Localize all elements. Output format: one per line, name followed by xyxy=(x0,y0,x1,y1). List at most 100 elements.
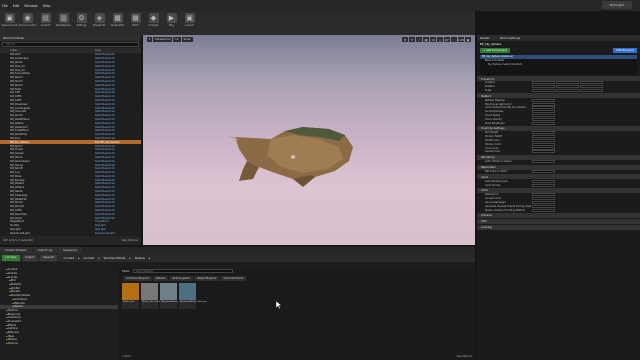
property-value-field[interactable] xyxy=(532,98,555,102)
outliner-row-type[interactable]: TargetPoint xyxy=(95,220,109,223)
outliner-row-type[interactable]: StaticMeshActor xyxy=(95,99,115,102)
property-value-field[interactable] xyxy=(580,81,603,85)
outliner-row-type[interactable]: StaticMeshActor xyxy=(95,167,115,170)
tab-details[interactable]: Details xyxy=(480,36,490,40)
add-component-button[interactable]: + Add Component xyxy=(480,48,510,53)
filter-tab[interactable]: Show Slot Entries xyxy=(220,276,247,281)
toolbar-button-marketplace[interactable]: ▥ Marketplace xyxy=(55,13,72,27)
outliner-row-type[interactable]: StaticMeshActor xyxy=(95,205,115,208)
breadcrumb-item[interactable]: Meshes xyxy=(135,256,145,260)
outliner-search-input[interactable]: Search... xyxy=(2,42,139,47)
asset-tile[interactable]: Whale_Skin_Material xyxy=(141,283,163,309)
section-lod[interactable]: LOD xyxy=(477,218,640,224)
outliner-view-options[interactable]: View Options xyxy=(121,239,138,242)
property-value-field[interactable] xyxy=(532,121,555,125)
toolbar-button-content[interactable]: ▤ Content xyxy=(37,13,54,27)
tab-output-log[interactable]: Output Log xyxy=(32,247,58,253)
outliner-tab[interactable]: World Outliner xyxy=(0,35,141,41)
outliner-row-type[interactable]: StaticMeshActor xyxy=(95,129,115,132)
property-value-field[interactable] xyxy=(532,142,555,146)
property-value-field[interactable] xyxy=(532,193,555,197)
property-value-field[interactable] xyxy=(532,208,555,212)
toolbar-button-save-current[interactable]: ▣ Save Current xyxy=(1,13,18,27)
property-value-field[interactable] xyxy=(532,169,555,173)
add-new-button[interactable]: Add New xyxy=(2,254,20,261)
outliner-row-type[interactable]: SkyLight xyxy=(95,228,106,231)
outliner-row-type[interactable]: StaticMeshActor xyxy=(95,182,115,185)
outliner-row-type[interactable]: StaticMeshActor xyxy=(95,171,115,174)
component-item[interactable]: Sky Sphere mesh (Inherited) xyxy=(480,63,637,67)
asset-search-input[interactable]: Search Meshes xyxy=(132,269,233,273)
tab-sequencer[interactable]: Sequencer xyxy=(58,247,82,253)
asset-tile[interactable]: WoodlandWhale_PhysicsAsset xyxy=(160,283,192,309)
outliner-row-type[interactable]: StaticMeshActor xyxy=(95,164,115,167)
outliner-row-type[interactable]: StaticMeshActor xyxy=(95,137,115,140)
toolbar-button-cinematics[interactable]: ▩ Cinematics xyxy=(109,13,126,27)
outliner-row-type[interactable]: StaticMeshActor xyxy=(95,57,115,60)
folder-tree-item[interactable]: ▰ Textures xyxy=(0,342,118,346)
tab-world-settings[interactable]: World Settings xyxy=(500,36,520,40)
outliner-col-label[interactable]: Label xyxy=(0,49,95,52)
outliner-row-type[interactable]: StaticMeshActor xyxy=(95,76,115,79)
outliner-row-type[interactable]: StaticMeshActor xyxy=(95,69,115,72)
outliner-row-type[interactable]: StaticMeshActor xyxy=(95,160,115,163)
edit-blueprint-button[interactable]: Edit Blueprint xyxy=(613,48,637,53)
toolbar-button-play[interactable]: ▶ Play xyxy=(163,13,180,27)
outliner-row-type[interactable]: StaticMeshActor xyxy=(95,114,115,117)
property-value-field[interactable] xyxy=(532,160,555,164)
outliner-row-type[interactable]: StaticMeshActor xyxy=(95,84,115,87)
outliner-row-type[interactable]: StaticMeshActor xyxy=(95,107,115,110)
outliner-row-type[interactable]: StaticMeshActor xyxy=(95,201,115,204)
outliner-row-type[interactable]: StaticMeshActor xyxy=(95,133,115,136)
outliner-row-type[interactable]: StaticMeshActor xyxy=(95,88,115,91)
menu-item-file[interactable]: File xyxy=(2,4,8,8)
outliner-row-type[interactable]: StaticMeshActor xyxy=(95,122,115,125)
outliner-row-type[interactable]: StaticMeshActor xyxy=(95,61,115,64)
toolbar-button-source-control[interactable]: ◉ Source Control xyxy=(19,13,36,27)
asset-tile[interactable]: Whale_Mat xyxy=(122,283,139,309)
property-value-field[interactable] xyxy=(532,85,555,89)
outliner-row-type[interactable]: DirectionalLight xyxy=(95,232,115,235)
whale-mesh[interactable] xyxy=(143,35,475,245)
outliner-row-type[interactable]: StaticMeshActor xyxy=(95,152,115,155)
filter-tab[interactable]: Material xyxy=(152,276,169,281)
property-value-field[interactable] xyxy=(556,85,579,89)
property-value-field[interactable] xyxy=(532,106,555,110)
property-value-field[interactable] xyxy=(532,138,555,142)
toolbar-button-compile[interactable]: ◆ Compile xyxy=(145,13,162,27)
outliner-row-type[interactable]: StaticMeshActor xyxy=(95,209,115,212)
toolbar-button-build[interactable]: ▦ Build xyxy=(127,13,144,27)
property-value-field[interactable] xyxy=(532,197,555,201)
breadcrumb-item[interactable]: WoodlandWhale xyxy=(104,256,126,260)
outliner-row-type[interactable]: StaticMeshActor xyxy=(95,91,115,94)
outliner-row-type[interactable]: StaticMeshActor xyxy=(95,72,115,75)
toolbar-button-blueprints[interactable]: ◈ Blueprints xyxy=(91,13,108,27)
property-value-field[interactable] xyxy=(532,81,555,85)
outliner-row-type[interactable]: StaticMeshActor xyxy=(95,80,115,83)
menu-item-window[interactable]: Window xyxy=(24,4,37,8)
outliner-row-type[interactable]: StaticMeshActor xyxy=(95,103,115,106)
asset-view-options[interactable]: View Options xyxy=(456,355,472,358)
property-value-field[interactable] xyxy=(532,183,555,187)
property-value-field[interactable] xyxy=(532,131,555,135)
property-value-field[interactable] xyxy=(532,150,555,154)
outliner-row-type[interactable]: StaticMeshActor xyxy=(95,65,115,68)
outliner-row-type[interactable]: SkyLight xyxy=(95,224,106,227)
breadcrumb-item[interactable]: Content xyxy=(64,256,75,260)
outliner-row-type[interactable]: StaticMeshActor xyxy=(95,156,115,159)
property-value-field[interactable] xyxy=(532,102,555,106)
section-cooking[interactable]: Cooking xyxy=(477,224,640,230)
asset-tile[interactable]: WoodlandWhale_Skeleton xyxy=(179,283,207,309)
tab-content-browser[interactable]: Content Browser xyxy=(0,247,32,253)
outliner-row-type[interactable]: StaticMeshActor xyxy=(95,95,115,98)
property-value-field[interactable] xyxy=(532,135,555,139)
outliner-row-type[interactable]: StaticMeshActor xyxy=(95,110,115,113)
outliner-row-type[interactable]: StaticMeshActor xyxy=(95,186,115,189)
property-value-field[interactable] xyxy=(580,85,603,89)
property-value-field[interactable] xyxy=(532,88,555,92)
breadcrumb-item[interactable]: Animals xyxy=(84,256,95,260)
property-value-field[interactable] xyxy=(532,117,555,121)
property-value-field[interactable] xyxy=(556,81,579,85)
outliner-row-type[interactable]: StaticMeshActor xyxy=(95,179,115,182)
section-collision[interactable]: Collision xyxy=(477,212,640,218)
